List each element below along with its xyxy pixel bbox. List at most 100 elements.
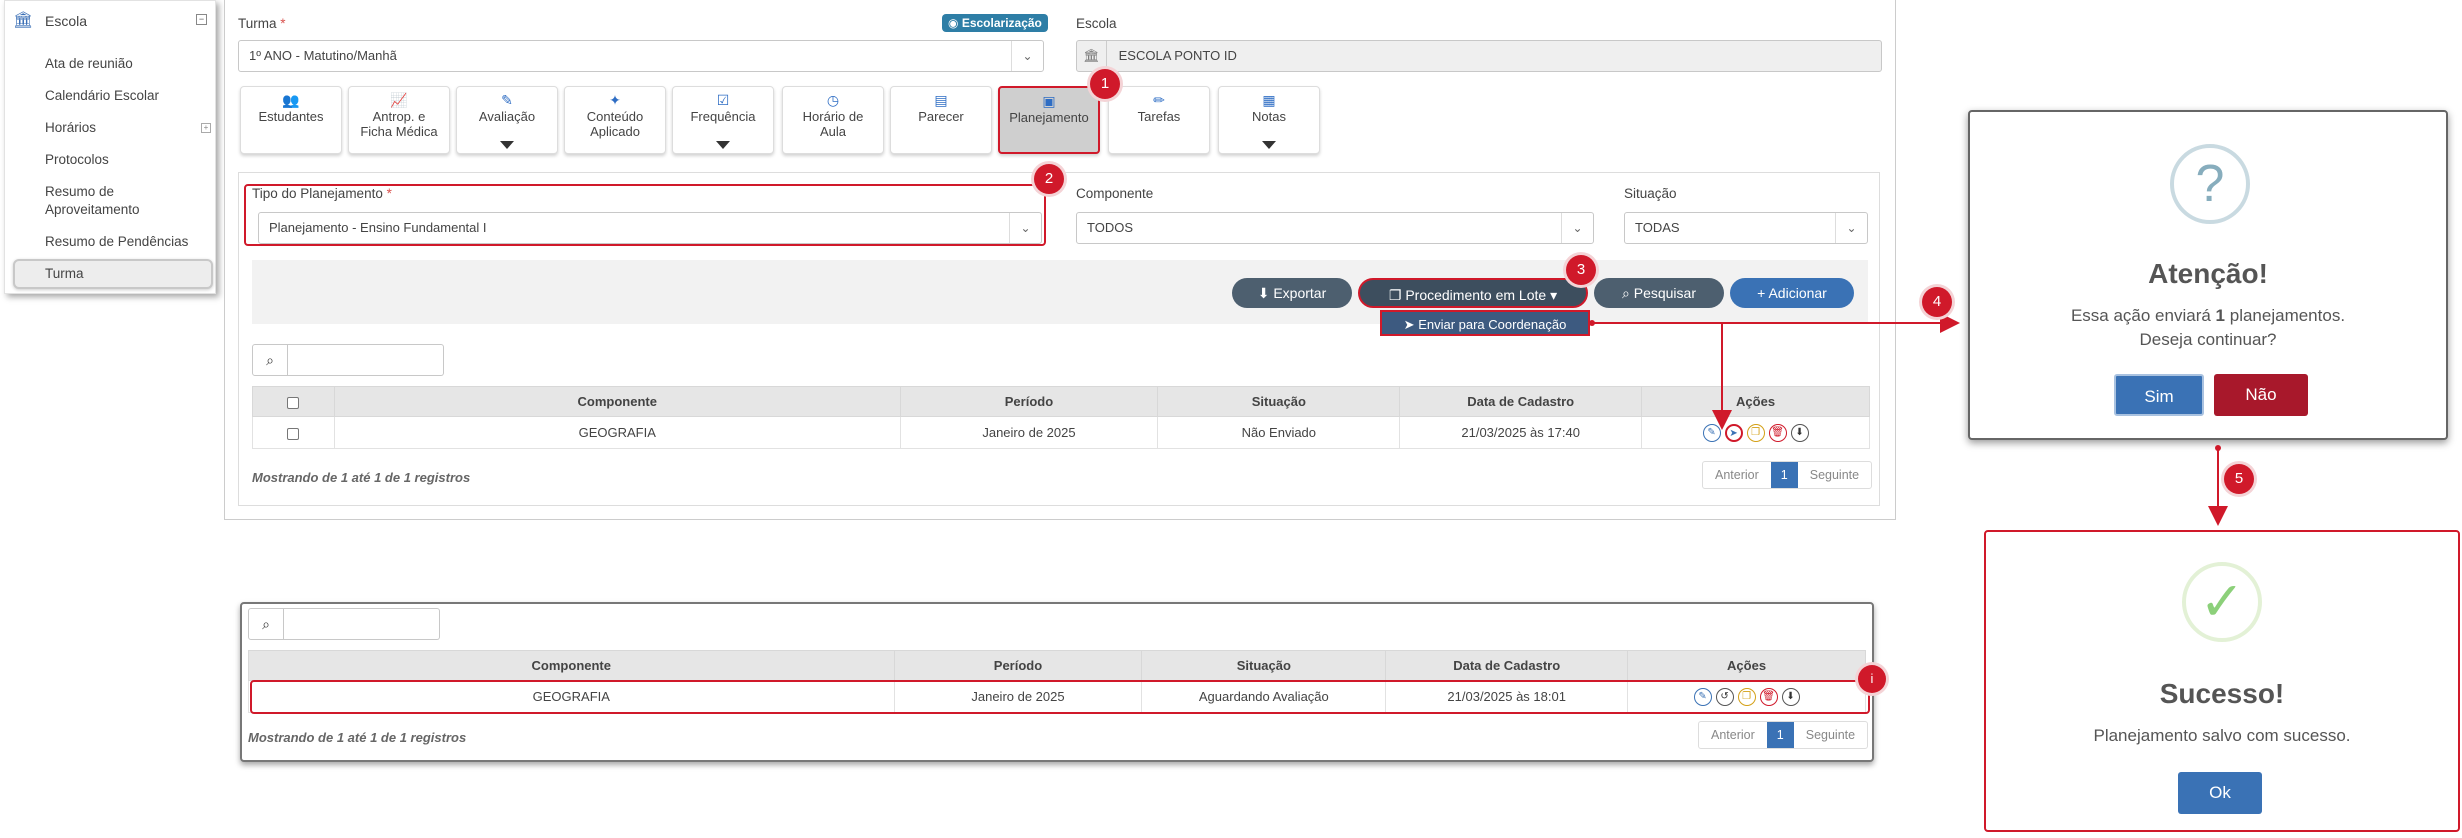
componente-select[interactable]: TODOS ⌄ bbox=[1076, 212, 1594, 244]
success-dialog: ✓ Sucesso! Planejamento salvo com sucess… bbox=[1984, 530, 2460, 832]
trash-icon[interactable]: 🗑 bbox=[1768, 423, 1787, 442]
cell-data: 21/03/2025 às 17:40 bbox=[1399, 416, 1643, 449]
sidebar-item-label: Turma bbox=[45, 266, 84, 281]
col-header: Situação bbox=[1157, 386, 1401, 417]
edit-icon: ✎ bbox=[501, 92, 513, 108]
expand-icon[interactable]: + bbox=[201, 123, 211, 133]
send-icon[interactable]: ➤ bbox=[1724, 423, 1743, 442]
sidebar-item-protocolos[interactable]: Protocolos bbox=[45, 151, 109, 169]
componente-label: Componente bbox=[1076, 186, 1154, 201]
chevron-down-icon: ⌄ bbox=[1561, 213, 1593, 243]
dialog-message: Essa ação enviará 1 planejamentos. Desej… bbox=[2070, 306, 2346, 349]
turma-label: Turma * bbox=[238, 16, 286, 31]
row-checkbox[interactable] bbox=[287, 427, 300, 440]
check-square-icon: ☑ bbox=[716, 92, 730, 108]
chevron-down-icon: ⌄ bbox=[1835, 213, 1867, 243]
copy-icon: ❐ bbox=[1388, 287, 1402, 303]
add-button[interactable]: + Adicionar bbox=[1730, 278, 1854, 308]
batch-procedure-button[interactable]: ❐ Procedimento em Lote ▾ bbox=[1358, 278, 1588, 308]
sidebar-item-ata[interactable]: Ata de reunião bbox=[45, 55, 133, 73]
col-header: Período bbox=[899, 386, 1159, 417]
sidebar-item-resumo-pendencias[interactable]: Resumo de Pendências bbox=[45, 233, 188, 251]
tab-frequ-ncia[interactable]: ☑ Frequência bbox=[672, 86, 774, 154]
edit-icon[interactable]: ✎ bbox=[1702, 423, 1721, 442]
col-header: Ações bbox=[1641, 386, 1870, 417]
book-icon: ▣ bbox=[1042, 93, 1056, 109]
result-info: Mostrando de 1 até 1 de 1 registros bbox=[248, 730, 467, 745]
col-header: Componente bbox=[248, 650, 895, 681]
caret-down-icon bbox=[500, 141, 514, 149]
tab-label: Antrop. e bbox=[372, 109, 426, 124]
table-header-row: Componente Período Situação Data de Cada… bbox=[252, 386, 1870, 417]
send-icon: ➤ bbox=[1403, 317, 1415, 332]
send-to-coordination-item[interactable]: ➤ Enviar para Coordenação bbox=[1380, 310, 1590, 336]
pager-next[interactable]: Seguinte bbox=[1794, 722, 1867, 748]
search-icon[interactable]: ⌕ bbox=[252, 344, 288, 376]
tab-antrop-e[interactable]: 📈 Antrop. e Ficha Médica bbox=[348, 86, 450, 154]
select-all-checkbox[interactable] bbox=[287, 396, 300, 409]
tab-avalia-o[interactable]: ✎ Avaliação bbox=[456, 86, 558, 154]
arrow-confirm-to-success bbox=[2208, 445, 2228, 526]
tab-notas[interactable]: ▦ Notas bbox=[1218, 86, 1320, 154]
success-ok-button[interactable]: Ok bbox=[2178, 772, 2262, 814]
bank-icon: 🏛 bbox=[13, 12, 34, 29]
bank-icon: 🏛 bbox=[1077, 41, 1107, 71]
sidebar-item-turma[interactable]: Turma bbox=[13, 259, 213, 289]
pager-page[interactable]: 1 bbox=[1766, 722, 1794, 748]
pager-prev[interactable]: Anterior bbox=[1703, 462, 1771, 488]
tab-label: Notas bbox=[1252, 109, 1286, 124]
info-marker: i bbox=[1858, 665, 1886, 693]
row-check-cell bbox=[252, 416, 335, 449]
dialog-message: Planejamento salvo com sucesso. bbox=[2093, 726, 2351, 745]
sidebar-item-label: Horários bbox=[45, 120, 97, 135]
chevron-down-icon: ⌄ bbox=[1011, 41, 1043, 71]
eye-icon: ◉ bbox=[948, 16, 959, 30]
tab-planejamento[interactable]: ▣ Planejamento bbox=[998, 86, 1100, 154]
tab-label: Conteúdo bbox=[586, 109, 644, 124]
pagination: Anterior 1 Seguinte bbox=[1702, 461, 1873, 489]
pager-next[interactable]: Seguinte bbox=[1798, 462, 1871, 488]
tab-parecer[interactable]: ▤ Parecer bbox=[890, 86, 992, 154]
tab-label-line2: Aula bbox=[819, 124, 847, 139]
tab-label: Estudantes bbox=[258, 109, 324, 124]
tab-tarefas[interactable]: ✏ Tarefas bbox=[1108, 86, 1210, 154]
download-icon: ⬇ bbox=[1257, 285, 1270, 301]
clock-icon: ◷ bbox=[826, 92, 840, 108]
dialog-title: Atenção! bbox=[2148, 258, 2268, 289]
pager-page[interactable]: 1 bbox=[1770, 462, 1798, 488]
turma-select[interactable]: 1º ANO - Matutino/Manhã ⌄ bbox=[238, 40, 1044, 72]
sidebar-item-calendario[interactable]: Calendário Escolar bbox=[45, 87, 159, 105]
collapse-icon[interactable]: − bbox=[196, 14, 207, 25]
tab-conte-do[interactable]: ✦ Conteúdo Aplicado bbox=[564, 86, 666, 154]
confirm-yes-button[interactable]: Sim bbox=[2114, 374, 2204, 416]
search-button[interactable]: ⌕ Pesquisar bbox=[1594, 278, 1724, 308]
search-icon[interactable]: ⌕ bbox=[248, 608, 284, 640]
sidebar-item-resumo-aproveitamento[interactable]: Resumo de Aproveitamento bbox=[45, 183, 195, 219]
tab-label: Frequência bbox=[690, 109, 756, 124]
cell-componente: GEOGRAFIA bbox=[333, 416, 901, 449]
plus-icon: + bbox=[1757, 285, 1766, 301]
question-icon: ? bbox=[2170, 144, 2250, 224]
list-icon: ▦ bbox=[1262, 92, 1276, 108]
tab-hor-rio-de[interactable]: ◷ Horário de Aula bbox=[782, 86, 884, 154]
sidebar-school-header[interactable]: 🏛 Escola − bbox=[5, 5, 215, 37]
tab-estudantes[interactable]: 👥 Estudantes bbox=[240, 86, 342, 154]
pager-prev[interactable]: Anterior bbox=[1699, 722, 1767, 748]
sidebar: 🏛 Escola − Ata de reunião Calendário Esc… bbox=[4, 0, 216, 294]
confirm-no-button[interactable]: Não bbox=[2214, 374, 2308, 416]
situacao-select[interactable]: TODAS ⌄ bbox=[1624, 212, 1868, 244]
result-search-input[interactable] bbox=[284, 608, 440, 640]
download-icon[interactable]: ⬇ bbox=[1790, 423, 1809, 442]
col-header: Data de Cadastro bbox=[1385, 650, 1629, 681]
step-marker-5: 5 bbox=[2224, 464, 2254, 494]
dialog-title: Sucesso! bbox=[2159, 678, 2285, 709]
copy-icon[interactable]: ❐ bbox=[1746, 423, 1765, 442]
sidebar-item-horarios[interactable]: Horários + bbox=[45, 119, 211, 137]
planning-table: Componente Período Situação Data de Cada… bbox=[252, 386, 1870, 449]
table-search-input[interactable] bbox=[288, 344, 444, 376]
file-icon: ▤ bbox=[934, 92, 948, 108]
search-icon: ⌕ bbox=[1622, 285, 1630, 301]
caret-down-icon bbox=[716, 141, 730, 149]
table-header-row: Componente Período Situação Data de Cada… bbox=[248, 650, 1866, 681]
export-button[interactable]: ⬇ Exportar bbox=[1232, 278, 1352, 308]
